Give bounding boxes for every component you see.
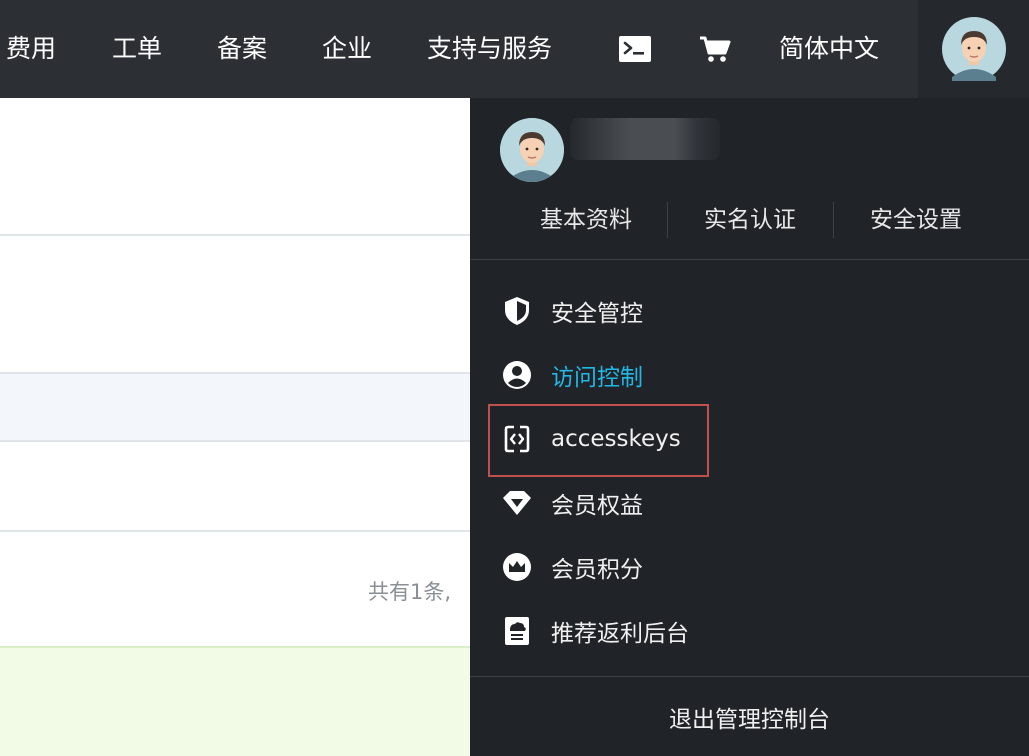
shield-icon [500, 294, 534, 328]
divider [0, 440, 470, 442]
menu-item-security-control[interactable]: 安全管控 [500, 287, 920, 335]
language-selector[interactable]: 简体中文 [779, 0, 879, 98]
menu-item-member-points[interactable]: 会员积分 [500, 543, 920, 591]
profile-avatar [500, 118, 564, 182]
separator [667, 202, 668, 238]
cart-icon[interactable] [694, 0, 736, 98]
real-name-auth-link[interactable]: 实名认证 [670, 198, 830, 242]
profile-links: 基本资料 实名认证 安全设置 [470, 198, 1029, 242]
menu-label: 会员积分 [551, 557, 643, 583]
basic-info-link[interactable]: 基本资料 [506, 198, 666, 242]
nav-item-filing[interactable]: 备案 [217, 0, 267, 98]
divider [470, 259, 1029, 260]
user-circle-icon [500, 358, 534, 392]
menu-label: 会员权益 [551, 493, 643, 519]
menu-label: 安全管控 [551, 301, 643, 327]
masked-username [570, 118, 720, 160]
menu-label: 访问控制 [551, 365, 643, 391]
divider [0, 530, 470, 532]
nav-item-support[interactable]: 支持与服务 [427, 0, 552, 98]
nav-item-tickets[interactable]: 工单 [112, 0, 162, 98]
diamond-icon [500, 486, 534, 520]
highlight-box [488, 404, 709, 477]
nav-item-enterprise[interactable]: 企业 [322, 0, 372, 98]
divider [0, 234, 470, 236]
notice-area [0, 646, 470, 756]
logout-button[interactable]: 退出管理控制台 [470, 694, 1029, 746]
page-content: 共有1条, [0, 98, 470, 756]
top-nav-bar: 费用 工单 备案 企业 支持与服务 简体中文 [0, 0, 1029, 98]
terminal-icon[interactable] [612, 0, 658, 98]
menu-label: 推荐返利后台 [551, 621, 689, 647]
divider [0, 372, 470, 374]
separator [833, 202, 834, 238]
security-settings-link[interactable]: 安全设置 [836, 198, 996, 242]
avatar-icon [500, 118, 564, 182]
user-avatar-button[interactable] [918, 0, 1029, 98]
menu-item-referral-backend[interactable]: 推荐返利后台 [500, 607, 920, 655]
nav-item-billing[interactable]: 费用 [6, 0, 56, 98]
user-dropdown-menu: 基本资料 实名认证 安全设置 安全管控 访问控制 accesskeys 会员权益… [470, 98, 1029, 756]
referral-icon [500, 614, 534, 648]
menu-item-access-control[interactable]: 访问控制 [500, 351, 920, 399]
pagination-total: 共有1条, [368, 580, 452, 604]
divider [470, 676, 1029, 677]
crown-icon [500, 550, 534, 584]
table-row [0, 372, 470, 442]
user-avatar-icon [941, 17, 1006, 81]
menu-item-member-benefits[interactable]: 会员权益 [500, 479, 920, 527]
